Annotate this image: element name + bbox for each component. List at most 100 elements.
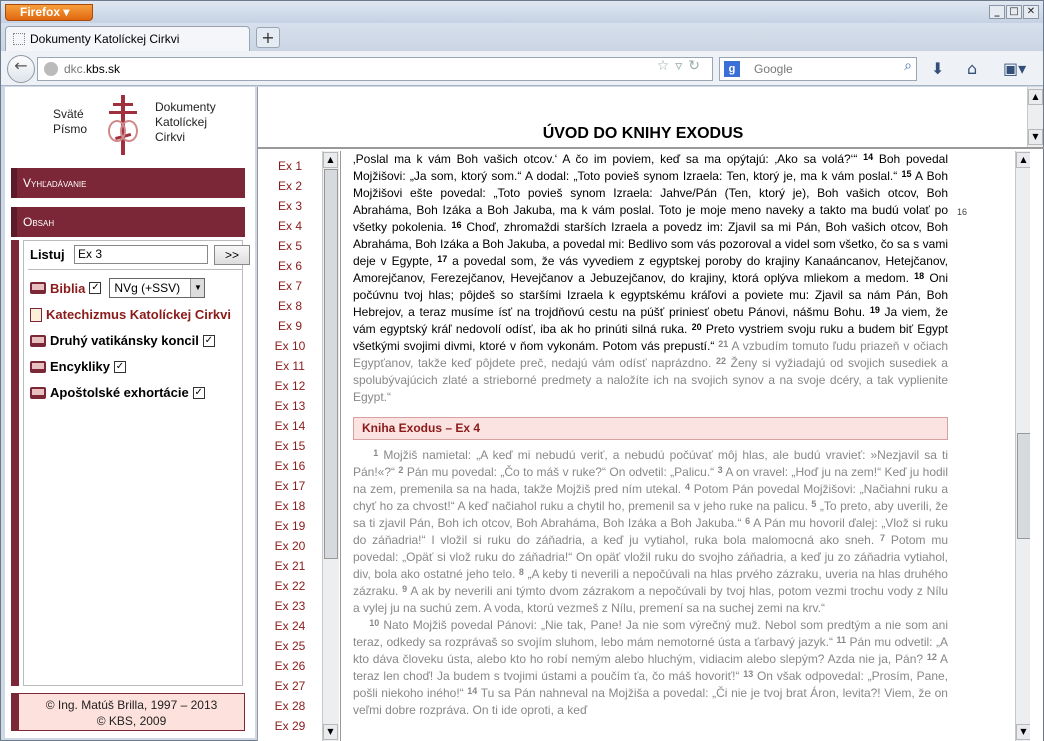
- home-icon[interactable]: ⌂: [967, 59, 977, 78]
- listuj-input[interactable]: Ex 3: [74, 245, 208, 264]
- listuj-label: Listuj: [30, 247, 65, 262]
- chapter-link[interactable]: Ex 21: [258, 559, 322, 573]
- chapter-header: Kniha Exodus – Ex 4: [353, 417, 948, 440]
- checkbox-encykliky[interactable]: ✓: [114, 360, 126, 373]
- chapter-link[interactable]: Ex 7: [258, 279, 322, 293]
- chapter-link[interactable]: Ex 11: [258, 359, 322, 373]
- sidebar-item-biblia[interactable]: Biblia ✓ NVg (+SSV) ▼: [30, 278, 206, 298]
- chapter-link[interactable]: Ex 13: [258, 399, 322, 413]
- sidebar-item-koncil[interactable]: Druhý vatikánsky koncil ✓: [30, 333, 215, 348]
- book-icon: [30, 360, 46, 373]
- chapter-link[interactable]: Ex 15: [258, 439, 322, 453]
- header-area: ÚVOD DO KNIHY EXODUS ▲ ▼: [258, 87, 1044, 149]
- close-icon[interactable]: ✕: [1023, 5, 1039, 19]
- content-scrollbar[interactable]: ▲ ▼: [1015, 151, 1030, 741]
- magnifier-icon[interactable]: ⌕: [904, 58, 912, 74]
- site-logo[interactable]: Sväté Písmo Dokumenty Katolíckej Cirkvi: [5, 87, 255, 162]
- header-scrollbar[interactable]: ▲ ▼: [1027, 87, 1043, 147]
- scroll-thumb[interactable]: [324, 169, 338, 559]
- chapter-link[interactable]: Ex 6: [258, 259, 322, 273]
- scroll-up-icon[interactable]: ▲: [323, 152, 338, 168]
- chapter-link[interactable]: Ex 1: [258, 159, 322, 173]
- search-placeholder: Google: [754, 62, 793, 76]
- logo-text: Katolíckej: [155, 115, 208, 129]
- chapter-link[interactable]: Ex 8: [258, 299, 322, 313]
- checkbox-exhortacie[interactable]: ✓: [192, 386, 205, 399]
- tab-title: Dokumenty Katolíckej Cirkvi: [30, 32, 180, 46]
- chapter-link[interactable]: Ex 25: [258, 639, 322, 653]
- chapter-link[interactable]: Ex 28: [258, 699, 322, 713]
- sidebar-item-encykliky[interactable]: Encykliky ✓: [30, 359, 126, 374]
- sidebar-item-katechizmus[interactable]: Katechizmus Katolíckej Cirkvi: [30, 307, 231, 322]
- logo-text: Dokumenty: [155, 100, 216, 114]
- chapter-link[interactable]: Ex 10: [258, 339, 322, 353]
- side-number: 16: [957, 207, 968, 217]
- chapter-link[interactable]: Ex 27: [258, 679, 322, 693]
- content-menu-header[interactable]: Obsah: [11, 207, 245, 237]
- new-tab-button[interactable]: +: [256, 27, 280, 48]
- url-bar[interactable]: dkc.kbs.sk ☆▿↻: [37, 57, 713, 81]
- book-icon: [30, 282, 46, 294]
- chevron-down-icon[interactable]: ▼: [190, 279, 205, 297]
- chapter-link[interactable]: Ex 4: [258, 219, 322, 233]
- search-menu-header[interactable]: Vyhľadávanie: [11, 168, 245, 198]
- bookmark-star-icon[interactable]: ☆▿↻: [657, 58, 706, 74]
- logo-text: Písmo: [53, 122, 88, 136]
- back-arrow-icon[interactable]: ←: [7, 55, 35, 83]
- download-arrow-icon[interactable]: ⬇: [931, 59, 944, 78]
- verse-text: ‚Poslal ma k vám Boh vašich otcov.‘ A čo…: [353, 152, 949, 404]
- sidebar-item-exhortacie[interactable]: Apoštolské exhortácie ✓: [30, 385, 205, 400]
- chapter-link[interactable]: Ex 22: [258, 579, 322, 593]
- go-button[interactable]: >>: [214, 245, 250, 265]
- sidebar-item-label[interactable]: Apoštolské exhortácie: [50, 385, 189, 400]
- title-bar: Firefox ▾ _ □ ✕: [1, 1, 1043, 23]
- scroll-down-icon[interactable]: ▼: [1028, 129, 1043, 145]
- copyright-box: © Ing. Matúš Brilla, 1997 – 2013 © KBS, …: [11, 693, 245, 731]
- chapter-link[interactable]: Ex 14: [258, 419, 322, 433]
- chapter-link[interactable]: Ex 18: [258, 499, 322, 513]
- logo-text: Sväté: [53, 107, 84, 121]
- url-domain: kbs.sk: [86, 62, 121, 76]
- sidebar-item-label[interactable]: Biblia: [50, 281, 85, 296]
- chapter-link[interactable]: Ex 12: [258, 379, 322, 393]
- chapter-link[interactable]: Ex 16: [258, 459, 322, 473]
- search-box[interactable]: g Google ⌕: [719, 57, 917, 81]
- checkbox-biblia[interactable]: ✓: [89, 282, 102, 294]
- globe-icon: [44, 62, 58, 76]
- checkbox-koncil[interactable]: ✓: [202, 334, 215, 347]
- chapter-link[interactable]: Ex 20: [258, 539, 322, 553]
- book-icon: [30, 386, 46, 399]
- chapter-link[interactable]: Ex 26: [258, 659, 322, 673]
- translation-select[interactable]: NVg (+SSV) ▼: [109, 278, 206, 298]
- page-title: ÚVOD DO KNIHY EXODUS: [542, 125, 744, 142]
- chapter-link[interactable]: Ex 3: [258, 199, 322, 213]
- chapter-link[interactable]: Ex 19: [258, 519, 322, 533]
- scroll-down-icon[interactable]: ▼: [323, 724, 338, 740]
- copyright-text: © Ing. Matúš Brilla, 1997 – 2013: [45, 698, 218, 712]
- scroll-up-icon[interactable]: ▲: [1028, 89, 1043, 105]
- chapter-link[interactable]: Ex 29: [258, 719, 322, 733]
- chapter-link[interactable]: Ex 24: [258, 619, 322, 633]
- favicon-icon: [13, 33, 25, 45]
- chapter-scrollbar[interactable]: ▲ ▼: [322, 151, 339, 741]
- scroll-thumb[interactable]: [1017, 433, 1030, 539]
- chapter-link[interactable]: Ex 5: [258, 239, 322, 253]
- chapter-link[interactable]: Ex 17: [258, 479, 322, 493]
- minimize-icon[interactable]: _: [989, 5, 1005, 19]
- scroll-down-icon[interactable]: ▼: [1016, 724, 1030, 740]
- sidebar-item-label[interactable]: Druhý vatikánsky koncil: [50, 333, 199, 348]
- chapter-link[interactable]: Ex 23: [258, 599, 322, 613]
- maximize-icon[interactable]: □: [1006, 5, 1022, 19]
- sidebar-item-label[interactable]: Encykliky: [50, 359, 110, 374]
- select-value: NVg (+SSV): [114, 281, 181, 295]
- scroll-up-icon[interactable]: ▲: [1016, 152, 1030, 168]
- bookmarks-menu-icon[interactable]: ▣▾: [1003, 59, 1026, 78]
- tab-active[interactable]: Dokumenty Katolíckej Cirkvi: [5, 26, 250, 51]
- book-icon: [30, 334, 46, 347]
- divider: [28, 269, 242, 270]
- chapter-link[interactable]: Ex 2: [258, 179, 322, 193]
- chapter-link[interactable]: Ex 9: [258, 319, 322, 333]
- sidebar-item-label[interactable]: Katechizmus Katolíckej Cirkvi: [46, 307, 231, 322]
- firefox-menu-button[interactable]: Firefox ▾: [5, 4, 93, 21]
- google-icon[interactable]: g: [724, 61, 740, 77]
